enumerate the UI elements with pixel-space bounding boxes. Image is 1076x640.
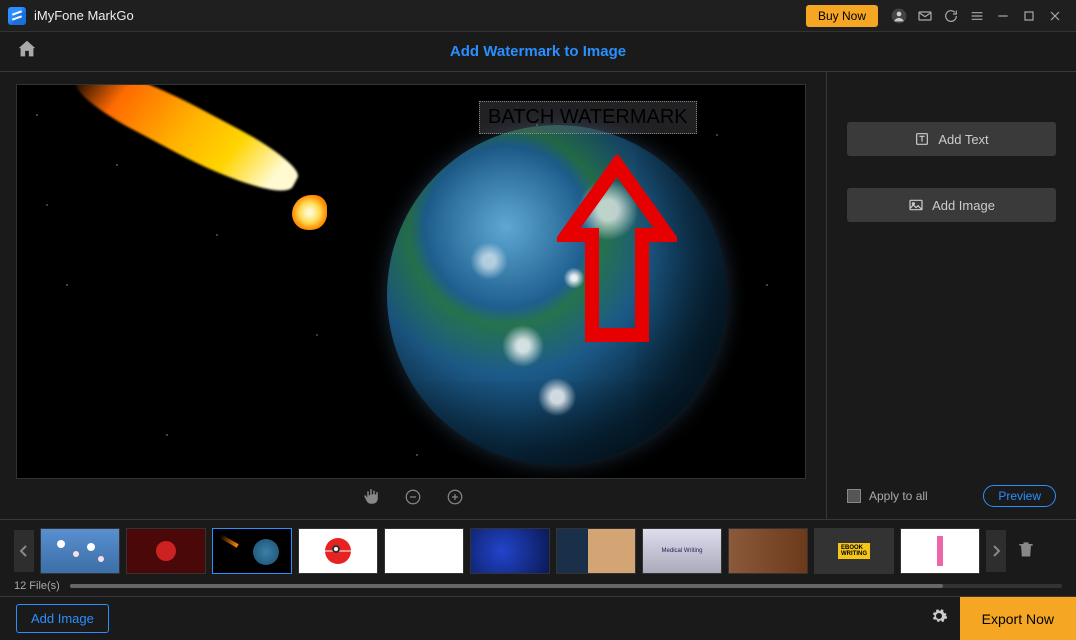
main: BATCH WATERMARK Add Text Add Image Apply… — [0, 72, 1076, 519]
footer-right: Export Now — [918, 597, 1076, 640]
thumbs-prev-icon[interactable] — [14, 530, 34, 572]
file-count-row: 12 File(s) — [14, 580, 1062, 592]
canvas-wrap: BATCH WATERMARK — [16, 84, 810, 479]
footer: Add Image Export Now — [0, 596, 1076, 640]
apply-all-label: Apply to all — [869, 489, 928, 503]
minimize-icon[interactable] — [990, 3, 1016, 29]
thumbnails-section: Medical Writing EBOOKWRITING 12 File(s) — [0, 519, 1076, 596]
thumbnail-8[interactable]: Medical Writing — [642, 528, 722, 574]
thumbnail-7[interactable] — [556, 528, 636, 574]
meteor-image — [67, 95, 347, 235]
apply-all-wrap: Apply to all — [847, 489, 928, 503]
watermark-text-box[interactable]: BATCH WATERMARK — [479, 101, 697, 134]
settings-icon[interactable] — [918, 607, 960, 630]
app-title: iMyFone MarkGo — [34, 8, 806, 23]
thumbnail-1[interactable] — [40, 528, 120, 574]
app-logo-icon — [8, 7, 26, 25]
thumbnails-row: Medical Writing EBOOKWRITING — [14, 528, 1062, 574]
thumbs-next-icon[interactable] — [986, 530, 1006, 572]
refresh-icon[interactable] — [938, 3, 964, 29]
thumbnail-6[interactable] — [470, 528, 550, 574]
thumbnail-2[interactable] — [126, 528, 206, 574]
add-text-label: Add Text — [938, 132, 988, 147]
footer-add-image-button[interactable]: Add Image — [16, 604, 109, 633]
user-icon[interactable] — [886, 3, 912, 29]
close-icon[interactable] — [1042, 3, 1068, 29]
file-count-label: 12 File(s) — [14, 580, 60, 592]
zoom-out-icon[interactable] — [404, 488, 422, 511]
pan-tool-icon[interactable] — [362, 488, 380, 511]
zoom-in-icon[interactable] — [446, 488, 464, 511]
mail-icon[interactable] — [912, 3, 938, 29]
thumbnail-11[interactable] — [900, 528, 980, 574]
header: Add Watermark to Image — [0, 32, 1076, 72]
add-text-button[interactable]: Add Text — [847, 122, 1056, 156]
menu-icon[interactable] — [964, 3, 990, 29]
thumbnail-10[interactable]: EBOOKWRITING — [814, 528, 894, 574]
image-icon — [908, 197, 924, 213]
thumbnail-9[interactable] — [728, 528, 808, 574]
add-image-label: Add Image — [932, 198, 995, 213]
apply-all-checkbox[interactable] — [847, 489, 861, 503]
editor-area: BATCH WATERMARK — [0, 72, 826, 519]
watermark-text: BATCH WATERMARK — [488, 106, 688, 128]
preview-button[interactable]: Preview — [983, 485, 1056, 507]
thumbnail-3[interactable] — [212, 528, 292, 574]
thumbnail-5[interactable] — [384, 528, 464, 574]
thumbnail-4[interactable] — [298, 528, 378, 574]
thumbs-scrollbar[interactable] — [70, 584, 1062, 588]
add-image-button[interactable]: Add Image — [847, 188, 1056, 222]
text-icon — [914, 131, 930, 147]
page-title: Add Watermark to Image — [450, 43, 626, 60]
delete-icon[interactable] — [1016, 539, 1036, 564]
titlebar: iMyFone MarkGo Buy Now — [0, 0, 1076, 32]
canvas-toolbar — [16, 479, 810, 519]
sidebar-bottom: Apply to all Preview — [847, 485, 1056, 507]
export-now-button[interactable]: Export Now — [960, 597, 1076, 640]
home-icon[interactable] — [16, 38, 38, 65]
red-arrow-overlay — [557, 155, 677, 360]
buy-now-button[interactable]: Buy Now — [806, 5, 878, 27]
maximize-icon[interactable] — [1016, 3, 1042, 29]
sidebar: Add Text Add Image Apply to all Preview — [826, 72, 1076, 519]
canvas[interactable]: BATCH WATERMARK — [16, 84, 806, 479]
